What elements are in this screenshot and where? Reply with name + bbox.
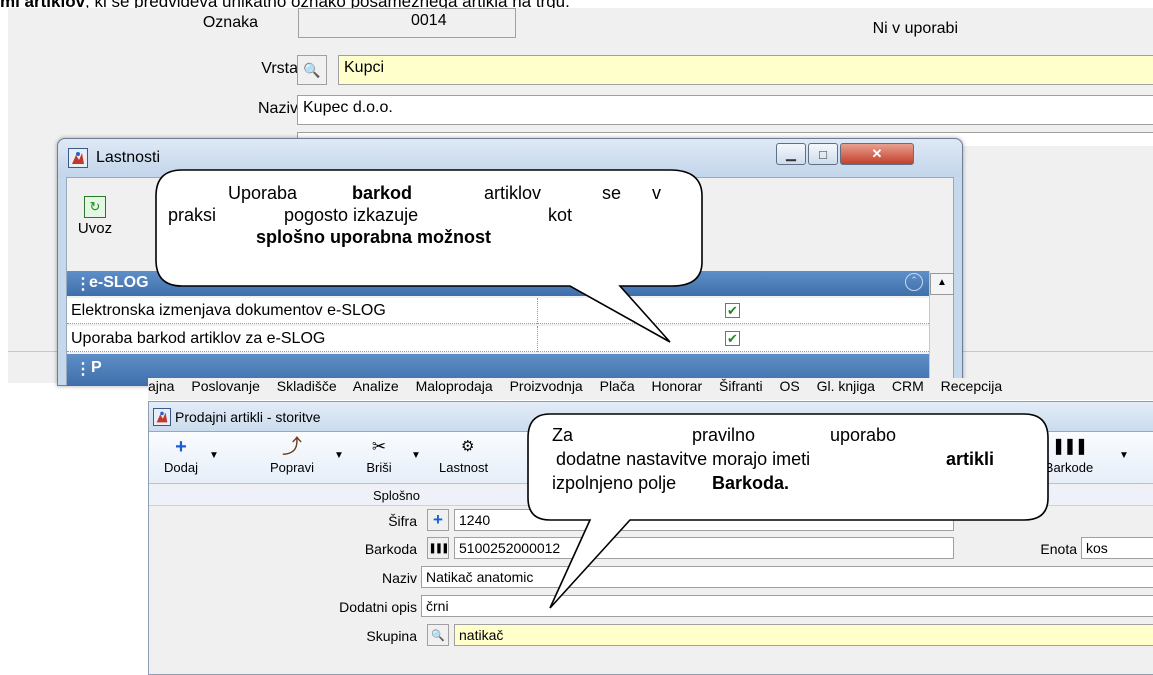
plus-icon: + [175, 436, 187, 458]
section-title: Splošno [373, 488, 420, 503]
menu-item[interactable]: Recepcija [941, 378, 1002, 394]
add-label: Dodaj [164, 460, 198, 475]
artikli-title: Prodajni artikli - storitve [175, 409, 321, 425]
menu-item[interactable]: Analize [353, 378, 399, 394]
skupina-label: Skupina [366, 628, 417, 644]
uvoz-button[interactable]: ↻ Uvoz [71, 196, 119, 244]
callout-2-bold: Barkoda. [712, 473, 790, 493]
collapse-icon[interactable]: ˆ [905, 273, 923, 291]
naziv-label: Naziv [257, 100, 298, 117]
lastnosti-title: Lastnosti [96, 149, 161, 166]
menu-item[interactable]: Poslovanje [191, 378, 260, 394]
callout-1-word: pogosto izkazuje [284, 205, 419, 225]
menu-item[interactable]: Plača [600, 378, 635, 394]
close-button[interactable]: ✕ [840, 143, 914, 165]
opis-label: Dodatni opis [339, 599, 417, 615]
enota-field[interactable]: kos [1081, 537, 1153, 559]
chevron-down-icon[interactable]: ▼ [1119, 450, 1129, 461]
menu-item[interactable]: CRM [892, 378, 924, 394]
sifra-label: Šifra [388, 513, 417, 529]
naziv-label: Naziv [381, 570, 417, 586]
oznaka-label: Oznaka [202, 14, 258, 31]
vertical-scrollbar[interactable]: ▲ [929, 271, 954, 386]
group-label: P [91, 359, 102, 376]
callout-2-word: Za [552, 425, 574, 445]
maximize-icon: □ [819, 146, 827, 162]
status-text: Ni v uporabi [872, 20, 958, 37]
oznaka-field[interactable]: 0014 [298, 8, 516, 38]
property-checkbox[interactable]: ✔ [725, 331, 740, 346]
callout-1-word: artiklov [484, 183, 542, 203]
magnifier-icon: 🔍 [431, 629, 445, 642]
callout-1-word: se [602, 183, 622, 203]
group-handle-icon: ⋮ [75, 361, 91, 378]
callout-1-word: praksi [168, 205, 217, 225]
callout-1-word: Uporaba [228, 183, 298, 203]
callout-1-bold: barkod [352, 183, 413, 203]
refresh-icon: ↻ [84, 196, 106, 218]
callout-2-word: pravilno [692, 425, 756, 445]
menu-item[interactable]: Maloprodaja [416, 378, 493, 394]
hammer-icon: ⤴ [282, 436, 302, 458]
menu-item[interactable]: Skladišče [277, 378, 337, 394]
minimize-button[interactable]: ▁ [776, 143, 806, 165]
app-icon [153, 408, 171, 426]
chevron-down-icon[interactable]: ▼ [209, 450, 219, 461]
callout-2-word: uporabo [830, 425, 897, 445]
magnifier-icon: 🔍 [303, 61, 321, 78]
vrsta-label: Vrsta [261, 60, 298, 77]
barkoda-label: Barkoda [364, 541, 417, 557]
delete-button[interactable]: ✂ Briši [359, 436, 399, 480]
uvoz-label: Uvoz [77, 220, 113, 237]
close-icon: ✕ [871, 146, 883, 161]
main-menu-bar: ajna Poslovanje Skladišče Analize Malopr… [148, 378, 1153, 400]
menu-item[interactable]: OS [779, 378, 799, 394]
edit-button[interactable]: ⤴ Popravi [257, 436, 327, 480]
chevron-down-icon[interactable]: ▼ [334, 450, 344, 461]
naziv-field[interactable]: Kupec d.o.o. [297, 95, 1153, 125]
add-button[interactable]: + Dodaj [159, 436, 203, 480]
callout-1-word: v [652, 183, 661, 203]
skupina-search-button[interactable]: 🔍 [427, 624, 449, 646]
menu-item[interactable]: Šifranti [719, 378, 763, 394]
app-icon [68, 148, 88, 168]
menu-item[interactable]: Proizvodnja [510, 378, 583, 394]
callout-1-bold: splošno uporabna možnost [256, 227, 492, 247]
callout-2-word: izpolnjeno polje [552, 473, 677, 493]
scissors-icon: ✂ [371, 437, 387, 456]
vrsta-search-button[interactable]: 🔍 [297, 55, 327, 85]
edit-label: Popravi [269, 460, 315, 475]
property-checkbox[interactable]: ✔ [725, 303, 740, 318]
callout-2-word: dodatne nastavitve morajo imeti [556, 449, 811, 469]
group-label: e-SLOG [89, 274, 149, 291]
callout-1-word: kot [548, 205, 573, 225]
menu-item[interactable]: ajna [148, 378, 174, 394]
minimize-icon: ▁ [786, 146, 796, 161]
skupina-field[interactable]: natikač [454, 624, 1153, 646]
vrsta-field[interactable]: Kupci [338, 55, 1153, 85]
delete-label: Briši [366, 460, 392, 475]
menu-item[interactable]: Honorar [652, 378, 703, 394]
maximize-button[interactable]: □ [808, 143, 838, 165]
menu-item[interactable]: Gl. knjiga [817, 378, 875, 394]
callout-2-bold: artikli [946, 449, 995, 469]
scroll-up-icon[interactable]: ▲ [930, 273, 954, 295]
